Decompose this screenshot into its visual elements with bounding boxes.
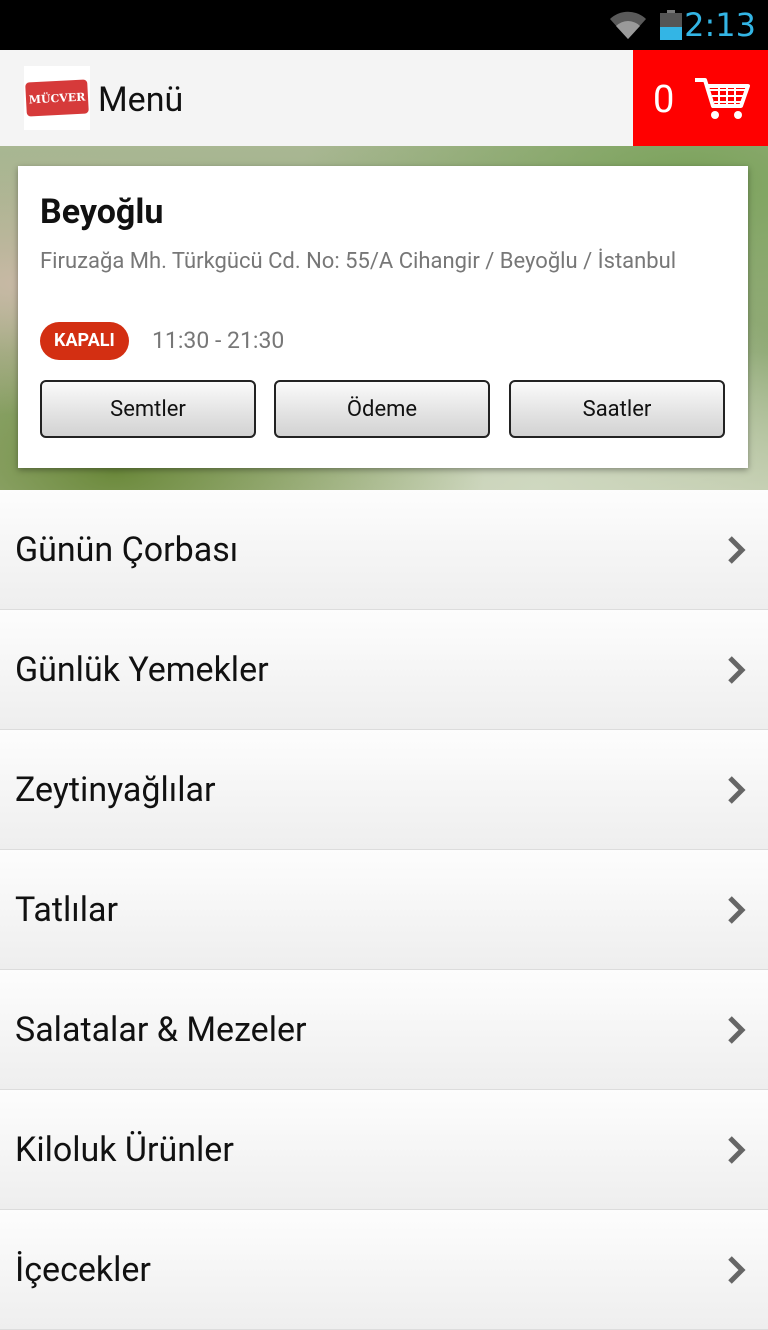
cart-count: 0: [653, 78, 675, 122]
menu-item-drinks[interactable]: İçecekler: [0, 1210, 768, 1330]
store-info-card: Beyoğlu Firuzağa Mh. Türkgücü Cd. No: 55…: [18, 166, 748, 468]
app-logo[interactable]: MÜCVER: [24, 66, 90, 130]
menu-item-soup[interactable]: Günün Çorbası: [0, 490, 768, 610]
action-bar: MÜCVER Menü 0: [0, 50, 768, 147]
battery-icon: [660, 10, 682, 40]
chevron-right-icon: [728, 1256, 746, 1284]
menu-item-desserts[interactable]: Tatlılar: [0, 850, 768, 970]
status-bar: 2:13: [0, 0, 768, 50]
menu-item-label: Kiloluk Ürünler: [15, 1130, 234, 1170]
status-badge: KAPALI: [40, 322, 129, 360]
menu-item-salads[interactable]: Salatalar & Mezeler: [0, 970, 768, 1090]
chevron-right-icon: [728, 656, 746, 684]
chevron-right-icon: [728, 896, 746, 924]
status-clock: 2:13: [684, 6, 756, 44]
chevron-right-icon: [728, 536, 746, 564]
menu-item-label: Tatlılar: [15, 890, 118, 930]
menu-item-label: Zeytinyağlılar: [15, 770, 216, 810]
page-title: Menü: [98, 80, 184, 120]
menu-item-label: İçecekler: [15, 1250, 151, 1290]
store-name: Beyoğlu: [40, 192, 164, 232]
logo-badge: MÜCVER: [25, 79, 89, 117]
opening-hours: 11:30 - 21:30: [152, 327, 285, 354]
districts-button[interactable]: Semtler: [40, 380, 256, 438]
menu-item-label: Günlük Yemekler: [15, 650, 269, 690]
hours-button[interactable]: Saatler: [509, 380, 725, 438]
shopping-cart-icon: [695, 78, 750, 119]
cart-button[interactable]: 0: [633, 50, 768, 146]
menu-item-label: Günün Çorbası: [15, 530, 239, 570]
menu-item-by-kilo[interactable]: Kiloluk Ürünler: [0, 1090, 768, 1210]
menu-list: Günün Çorbası Günlük Yemekler Zeytinyağl…: [0, 490, 768, 1330]
wifi-icon: [610, 11, 646, 39]
menu-item-daily-meals[interactable]: Günlük Yemekler: [0, 610, 768, 730]
chevron-right-icon: [728, 776, 746, 804]
payment-button[interactable]: Ödeme: [274, 380, 490, 438]
menu-item-label: Salatalar & Mezeler: [15, 1010, 307, 1050]
chevron-right-icon: [728, 1136, 746, 1164]
store-address: Firuzağa Mh. Türkgücü Cd. No: 55/A Cihan…: [40, 249, 677, 274]
menu-item-olive-oil-dishes[interactable]: Zeytinyağlılar: [0, 730, 768, 850]
store-hero: Beyoğlu Firuzağa Mh. Türkgücü Cd. No: 55…: [0, 146, 768, 490]
chevron-right-icon: [728, 1016, 746, 1044]
